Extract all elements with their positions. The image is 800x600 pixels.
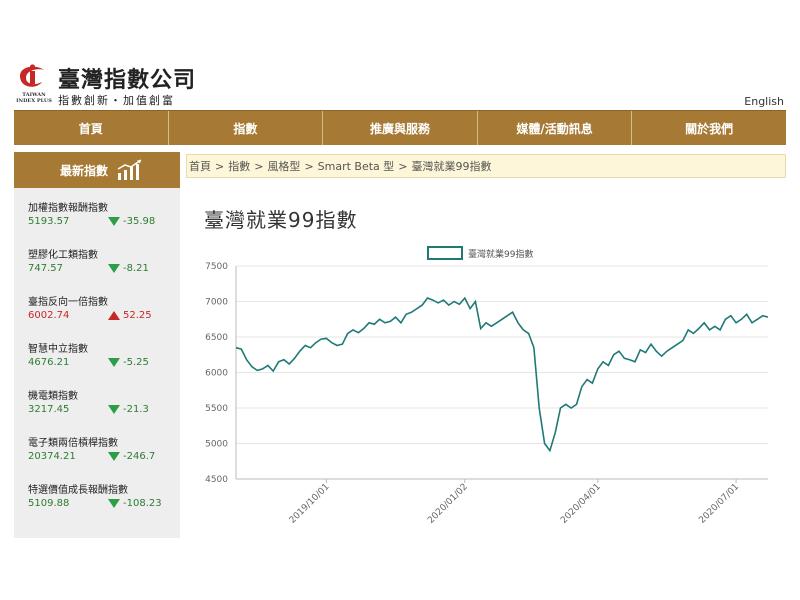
brand-name: 臺灣指數公司 [58, 67, 197, 93]
down-arrow-icon [108, 358, 120, 367]
logo-mini-text: TAIWAN INDEX PLUS [16, 92, 52, 104]
nav-item-services[interactable]: 推廣與服務 [323, 111, 478, 145]
index-value: 6002.74 [28, 310, 70, 321]
index-change: 52.25 [123, 310, 152, 321]
breadcrumb-current: 臺灣就業99指數 [411, 160, 492, 173]
logo-emblem-icon [20, 64, 44, 87]
y-tick-label: 7000 [205, 298, 228, 308]
index-change: -8.21 [123, 263, 149, 274]
index-name: 智慧中立指數 [28, 344, 88, 355]
index-name: 電子類兩倍槓桿指數 [28, 438, 118, 449]
y-tick-label: 6000 [205, 369, 228, 379]
index-value: 3217.45 [28, 404, 70, 415]
legend-label: 臺灣就業99指數 [468, 248, 533, 260]
index-value: 5193.57 [28, 216, 70, 227]
y-tick-label: 7500 [205, 262, 228, 272]
down-arrow-icon [108, 264, 120, 273]
breadcrumb-separator: > [254, 159, 264, 173]
legend-swatch [427, 246, 463, 260]
sidebar-title: 最新指數 [60, 163, 109, 178]
y-tick-label: 6500 [205, 333, 228, 343]
sidebar-header: 最新指數 [14, 152, 180, 188]
breadcrumb: 首頁 > 指數 > 風格型 > Smart Beta 型 > 臺灣就業99指數 [186, 154, 786, 178]
page-title: 臺灣就業99指數 [204, 208, 358, 232]
down-arrow-icon [108, 217, 120, 226]
breadcrumb-index[interactable]: 指數 [228, 158, 250, 174]
x-tick-label: 2020/04/01 [559, 482, 603, 526]
trend-chart-icon [117, 159, 142, 180]
nav-item-media[interactable]: 媒體/活動訊息 [478, 111, 633, 145]
list-item[interactable]: 臺指反向一倍指數 6002.74 52.25 [28, 296, 180, 343]
index-name: 特選價值成長報酬指數 [28, 485, 128, 496]
index-line-chart: 臺灣就業99指數 4500 5000 5500 6000 6500 7000 7500 20… [205, 246, 769, 526]
series-line [235, 296, 769, 453]
nav-item-home[interactable]: 首頁 [14, 111, 169, 145]
index-change: -35.98 [123, 216, 156, 227]
x-tick-label: 2020/07/01 [697, 482, 741, 526]
index-value: 20374.21 [28, 451, 76, 462]
y-tick-label: 4500 [205, 475, 228, 485]
breadcrumb-smart-beta[interactable]: Smart Beta 型 [318, 158, 395, 174]
index-name: 臺指反向一倍指數 [28, 297, 108, 308]
chart-legend[interactable]: 臺灣就業99指數 [427, 246, 533, 260]
language-link[interactable]: English [744, 95, 784, 108]
breadcrumb-separator: > [304, 159, 314, 173]
list-item[interactable]: 機電類指數 3217.45 -21.3 [28, 390, 180, 437]
x-tick-label: 2019/10/01 [288, 482, 332, 526]
index-name: 機電類指數 [28, 391, 78, 402]
latest-index-sidebar: 最新指數 加權指數報酬指數 5193.57 -35.98 塑膠化工類指數 747… [14, 152, 180, 538]
x-tick-label: 2020/01/02 [426, 482, 470, 526]
up-arrow-icon [108, 311, 120, 320]
list-item[interactable]: 電子類兩倍槓桿指數 20374.21 -246.7 [28, 437, 180, 484]
nav-item-index[interactable]: 指數 [169, 111, 324, 145]
nav-item-about[interactable]: 關於我們 [632, 111, 786, 145]
down-arrow-icon [108, 405, 120, 414]
index-value: 4676.21 [28, 357, 70, 368]
list-item[interactable]: 智慧中立指數 4676.21 -5.25 [28, 343, 180, 390]
index-change: -21.3 [123, 404, 149, 415]
list-item[interactable]: 塑膠化工類指數 747.57 -8.21 [28, 249, 180, 296]
index-list: 加權指數報酬指數 5193.57 -35.98 塑膠化工類指數 747.57 -… [14, 188, 180, 531]
breadcrumb-separator: > [398, 159, 408, 173]
brand-slogan: 指數創新・加值創富 [58, 94, 175, 107]
main-nav: 首頁 指數 推廣與服務 媒體/活動訊息 關於我們 [14, 110, 786, 145]
breadcrumb-home[interactable]: 首頁 [189, 158, 211, 174]
down-arrow-icon [108, 452, 120, 461]
breadcrumb-style[interactable]: 風格型 [267, 158, 300, 174]
index-change: -246.7 [123, 451, 156, 462]
y-tick-label: 5000 [205, 440, 228, 450]
index-value: 5109.88 [28, 498, 70, 509]
index-value: 747.57 [28, 263, 63, 274]
index-change: -5.25 [123, 357, 149, 368]
y-tick-label: 5500 [205, 404, 228, 414]
index-name: 加權指數報酬指數 [28, 203, 108, 214]
down-arrow-icon [108, 499, 120, 508]
index-name: 塑膠化工類指數 [28, 250, 98, 261]
list-item[interactable]: 特選價值成長報酬指數 5109.88 -108.23 [28, 484, 180, 531]
index-change: -108.23 [123, 498, 162, 509]
list-item[interactable]: 加權指數報酬指數 5193.57 -35.98 [28, 202, 180, 249]
breadcrumb-separator: > [215, 159, 225, 173]
